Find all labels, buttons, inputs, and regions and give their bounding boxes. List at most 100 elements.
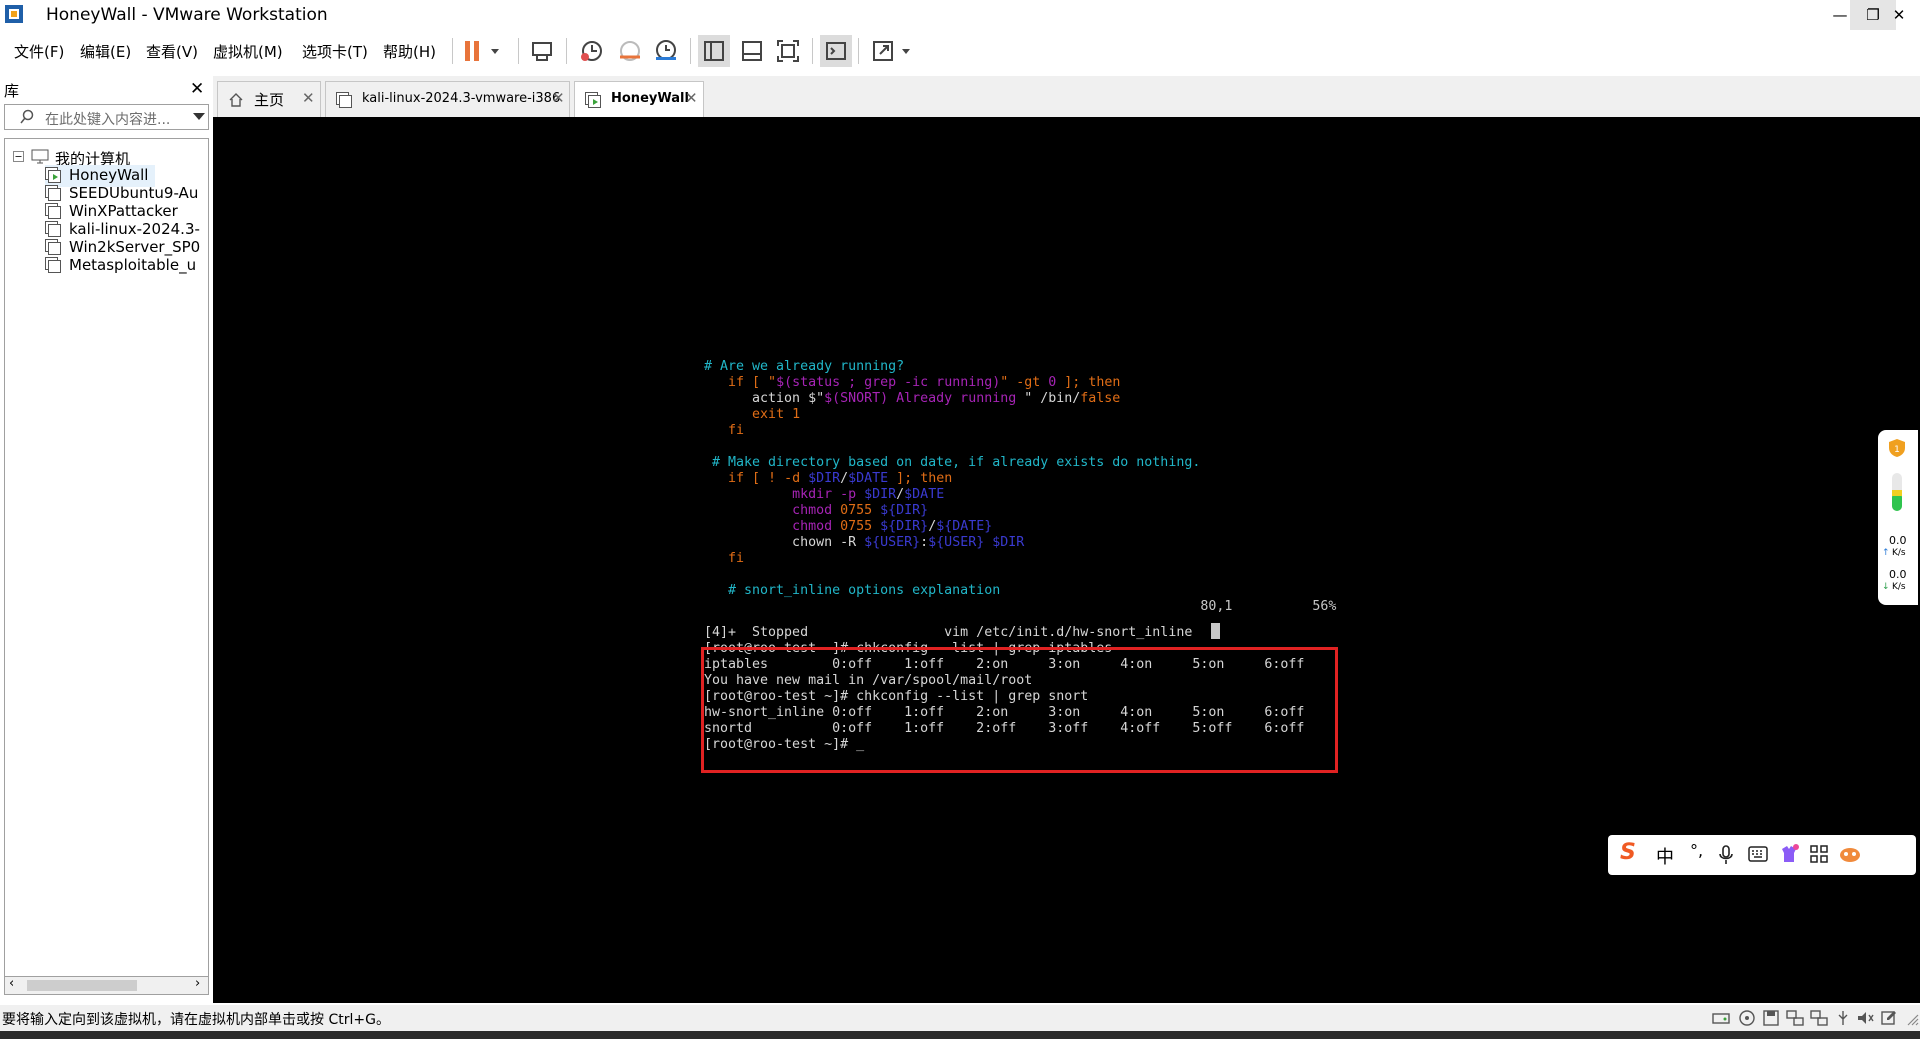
microphone-icon[interactable] [1718, 845, 1734, 865]
ime-punctuation-toggle[interactable]: °, [1690, 841, 1703, 860]
vim-text: # Make directory based on date, if alrea… [704, 455, 1201, 470]
toolbar-separator [518, 38, 519, 64]
vim-text: / [928, 519, 937, 534]
vim-text: / [840, 471, 849, 486]
vim-text: / [896, 487, 905, 502]
sound-icon[interactable] [1856, 1009, 1874, 1027]
highlight-box [701, 647, 1338, 773]
vim-text: $DIR [808, 471, 841, 486]
vim-line: fi [704, 551, 1336, 567]
keyboard-icon[interactable] [1748, 846, 1768, 862]
vm-label: SEEDUbuntu9-Au [69, 184, 199, 202]
hard-disk-icon[interactable] [1712, 1009, 1730, 1027]
vim-line: # Make directory based on date, if alrea… [704, 455, 1336, 471]
sogou-logo-icon: S [1620, 840, 1636, 865]
vim-text: $(SNORT) Already running [824, 391, 1025, 406]
show-library-icon[interactable] [698, 35, 730, 67]
send-ctrl-alt-del-icon[interactable] [526, 35, 558, 67]
scroll-left-icon[interactable]: ‹ [9, 976, 14, 991]
usb-icon[interactable] [1834, 1009, 1852, 1027]
vim-text: fi [704, 423, 745, 438]
vm-icon [45, 221, 61, 237]
menu-view[interactable]: 查看(V) [146, 41, 198, 62]
menu-tabs[interactable]: 选项卡(T) [302, 41, 368, 62]
menu-bar: 文件(F) 编辑(E) 查看(V) 虚拟机(M) 选项卡(T) 帮助(H) [0, 30, 1920, 72]
revert-snapshot-icon[interactable] [614, 35, 646, 67]
cd-rom-icon[interactable] [1738, 1009, 1756, 1027]
network-adapter-2-icon[interactable] [1810, 1009, 1828, 1027]
toolbox-grid-icon[interactable] [1810, 845, 1828, 863]
full-screen-icon[interactable] [772, 35, 804, 67]
library-horizontal-scrollbar[interactable]: ‹ › [4, 976, 209, 995]
vim-text: " -gt [1000, 375, 1049, 390]
pause-button[interactable] [461, 35, 507, 67]
collapse-icon[interactable] [13, 151, 24, 162]
vim-text: if [ " [728, 375, 777, 390]
vim-text: ${USER} [928, 535, 985, 550]
menu-help[interactable]: 帮助(H) [383, 41, 436, 62]
vim-text [704, 375, 728, 390]
tab-honeywall[interactable]: HoneyWall ✕ [574, 81, 704, 117]
chevron-down-icon[interactable] [193, 113, 205, 121]
vim-text: chown -R [704, 535, 865, 550]
network-speed-widget[interactable]: 1 0.0 ↑ K/s 0.0 ↓ K/s [1878, 430, 1918, 605]
vim-text: # Are we already running? [704, 359, 905, 374]
mascot-icon[interactable] [1838, 844, 1862, 864]
message-log-icon[interactable] [1880, 1009, 1898, 1027]
vim-text [704, 503, 792, 518]
snapshot-icon[interactable] [576, 35, 608, 67]
ime-toolbar[interactable]: S 中 °, [1608, 835, 1916, 875]
vm-icon [45, 185, 61, 201]
vim-line: chown -R ${USER}:${USER} $DIR [704, 535, 1336, 551]
close-button[interactable]: ✕ [1876, 0, 1920, 30]
vim-line: # snort_inline options explanation [704, 583, 1336, 599]
menu-edit[interactable]: 编辑(E) [80, 41, 131, 62]
toolbar-separator [452, 38, 453, 64]
tab-label: 主页 [254, 91, 285, 109]
download-rate: 0.0 [1889, 568, 1907, 581]
library-close-icon[interactable]: ✕ [190, 79, 204, 99]
tab-close-icon[interactable]: ✕ [302, 89, 315, 107]
library-search-input[interactable]: 在此处键入内容进... [4, 104, 209, 130]
tab-close-icon[interactable]: ✕ [685, 89, 698, 107]
vm-icon [45, 239, 61, 255]
vm-running-icon [45, 167, 61, 183]
vm-label: WinXPattacker [69, 202, 178, 220]
vim-text [704, 519, 792, 534]
vim-line: mkdir -p $DIR/$DATE [704, 487, 1336, 503]
scrollbar-thumb[interactable] [27, 980, 137, 991]
vm-icon [336, 92, 352, 108]
vm-icon [45, 203, 61, 219]
floppy-icon[interactable] [1762, 1009, 1780, 1027]
console-view-icon[interactable] [820, 35, 852, 67]
memory-gauge-icon [1892, 473, 1902, 511]
vim-text: : [920, 535, 929, 550]
tab-home[interactable]: 主页 ✕ [217, 81, 321, 117]
toolbar-separator [566, 38, 567, 64]
vim-line [704, 567, 1336, 583]
svg-text:1: 1 [1894, 445, 1900, 455]
vim-text [704, 487, 792, 502]
snapshot-manager-icon[interactable] [650, 35, 682, 67]
vim-text: exit 1 [752, 407, 801, 422]
tab-close-icon[interactable]: ✕ [552, 89, 565, 107]
library-header: 库 ✕ [0, 76, 213, 102]
menu-file[interactable]: 文件(F) [14, 41, 64, 62]
network-adapter-icon[interactable] [1786, 1009, 1804, 1027]
thumbnail-bar-icon[interactable] [736, 35, 768, 67]
vm-label: Metasploitable_u [69, 256, 197, 274]
skin-icon[interactable] [1778, 843, 1800, 865]
resize-grip-icon[interactable] [1902, 1009, 1920, 1027]
tab-kali[interactable]: kali-linux-2024.3-vmware-i386 ✕ [325, 81, 570, 117]
window-title: HoneyWall - VMware Workstation [46, 5, 328, 25]
tab-label: HoneyWall [611, 91, 689, 106]
vim-text: ${USER} [864, 535, 921, 550]
menu-vm[interactable]: 虚拟机(M) [213, 41, 283, 62]
stretch-guest-icon[interactable] [868, 35, 918, 67]
vim-text: $(status ; grep -ic running) [776, 375, 1001, 390]
toolbar-separator [812, 38, 813, 64]
scroll-right-icon[interactable]: › [195, 976, 200, 991]
ime-mode-toggle[interactable]: 中 [1656, 843, 1674, 869]
vim-text: $DATE [904, 487, 945, 502]
vim-text: " /bin/ [1024, 391, 1081, 406]
